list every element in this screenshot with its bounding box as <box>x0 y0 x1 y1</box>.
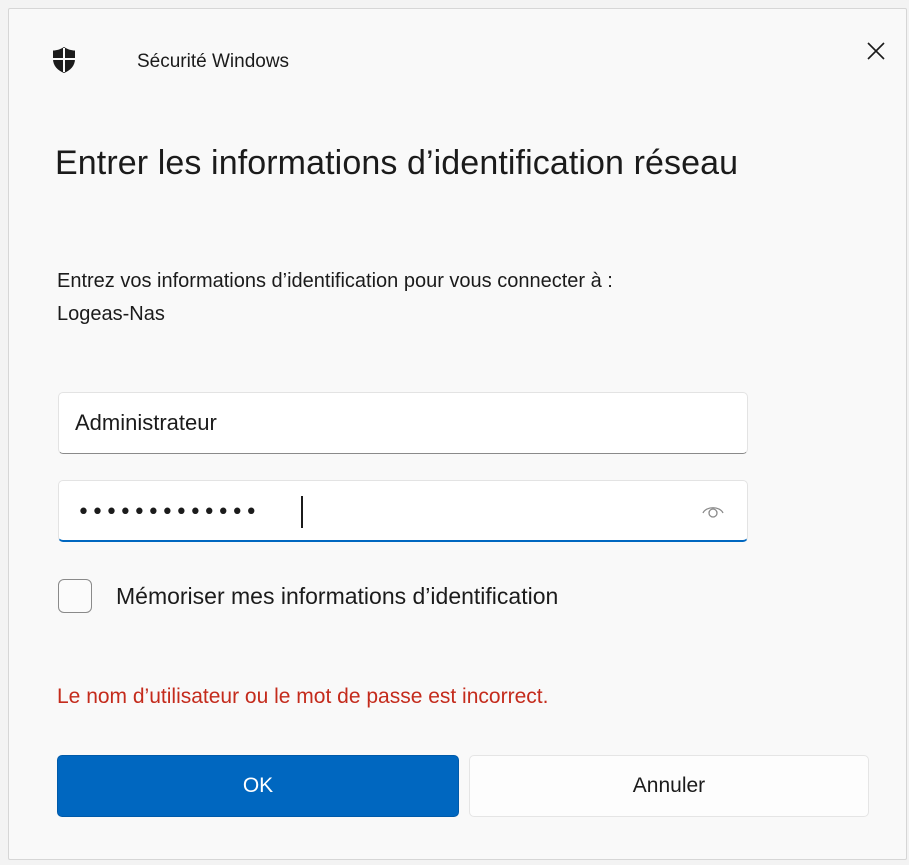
password-input[interactable]: ••••••••••••• <box>77 500 259 525</box>
dialog-subtitle: Entrez vos informations d’identification… <box>57 265 877 331</box>
remember-credentials[interactable]: Mémoriser mes informations d’identificat… <box>58 579 558 613</box>
cancel-button[interactable]: Annuler <box>469 755 869 817</box>
remember-label: Mémoriser mes informations d’identificat… <box>116 582 559 609</box>
eye-icon[interactable] <box>701 501 725 521</box>
app-title: Sécurité Windows <box>137 51 290 72</box>
username-input[interactable] <box>75 393 685 453</box>
error-message: Le nom d’utilisateur ou le mot de passe … <box>57 685 549 708</box>
close-icon <box>867 42 885 60</box>
close-button[interactable] <box>852 29 900 73</box>
username-field[interactable] <box>58 392 748 454</box>
title-bar: Sécurité Windows <box>9 9 906 109</box>
password-field[interactable]: ••••••••••••• <box>58 480 748 542</box>
shield-icon <box>53 47 75 73</box>
credentials-dialog: Sécurité Windows Entrer les informations… <box>8 8 907 860</box>
target-host: Logeas-Nas <box>57 303 165 325</box>
subtitle-prompt: Entrez vos informations d’identification… <box>57 270 613 292</box>
remember-checkbox[interactable] <box>58 579 92 613</box>
ok-button[interactable]: OK <box>57 755 459 817</box>
text-caret <box>301 496 303 528</box>
dialog-heading: Entrer les informations d’identification… <box>55 144 739 182</box>
